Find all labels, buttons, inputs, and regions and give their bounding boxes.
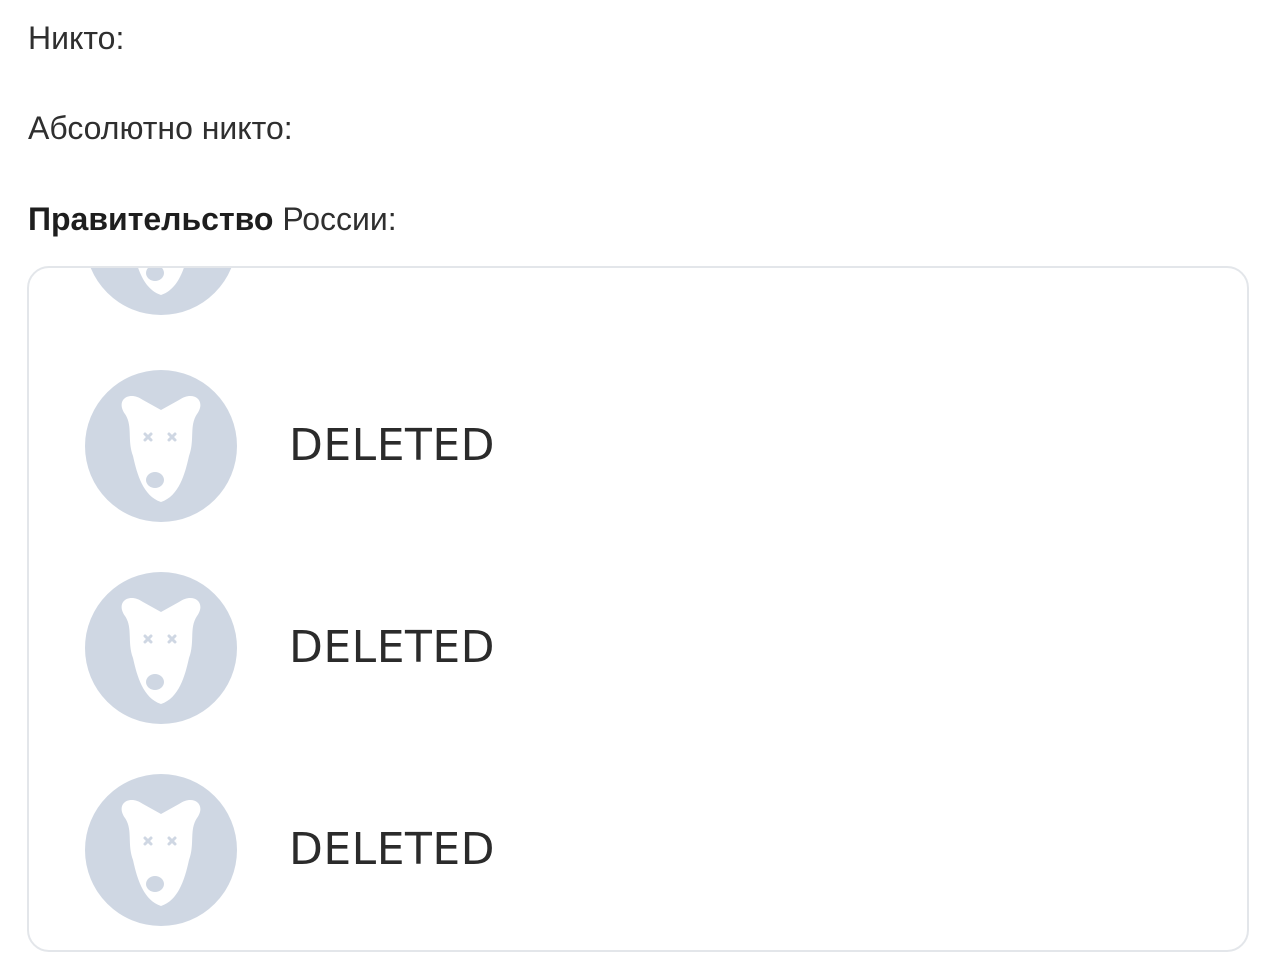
deleted-users-list: DELETED DELETED DELETED — [27, 266, 1249, 952]
list-item-name[interactable]: DELETED — [289, 622, 495, 674]
list-item-name-hidden — [289, 266, 489, 267]
caption-line-nobody: Никто: — [28, 20, 125, 56]
caption-line-absolutely-nobody: Абсолютно никто: — [28, 110, 293, 146]
deleted-dog-icon — [85, 572, 237, 724]
list-item-partial[interactable] — [85, 266, 985, 315]
list-item-name[interactable]: DELETED — [289, 824, 495, 876]
deleted-dog-icon — [85, 268, 237, 315]
list-item[interactable]: DELETED — [85, 572, 985, 724]
caption-line-government: Правительство России: — [28, 199, 397, 239]
deleted-dog-icon — [85, 370, 237, 522]
list-item[interactable]: DELETED — [85, 774, 985, 926]
list-item[interactable]: DELETED — [85, 370, 985, 522]
deleted-dog-icon — [85, 774, 237, 926]
caption-government-bold: Правительство — [28, 201, 274, 237]
list-item-name[interactable]: DELETED — [289, 420, 495, 472]
caption-government-rest: России: — [273, 201, 397, 237]
